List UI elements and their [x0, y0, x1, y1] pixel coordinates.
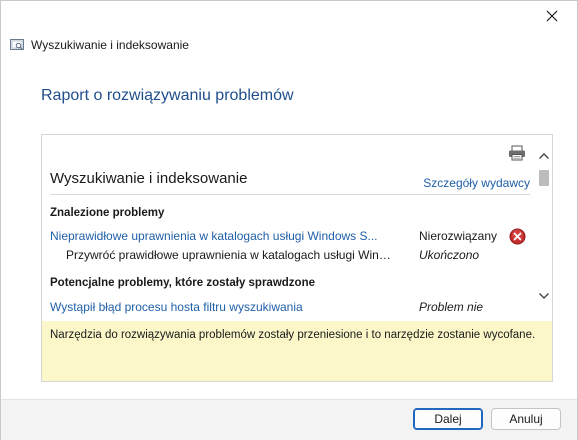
page-title: Raport o rozwiązywaniu problemów [41, 87, 294, 104]
deprecation-notice-text: Narzędzia do rozwiązywania problemów zos… [50, 329, 536, 341]
deprecation-notice: Narzędzia do rozwiązywania problemów zos… [42, 321, 552, 381]
cancel-button[interactable]: Anuluj [491, 408, 561, 430]
troubleshooter-app-icon [10, 39, 24, 50]
fix-action-status: Ukończono [419, 248, 480, 262]
found-problem-link[interactable]: Nieprawidłowe uprawnienia w katalogach u… [50, 229, 392, 243]
close-icon [546, 10, 558, 22]
potential-problem-link[interactable]: Wystąpił błąd procesu hosta filtru wyszu… [50, 300, 392, 314]
found-problems-heading: Znalezione problemy [50, 207, 165, 219]
error-icon [509, 228, 526, 245]
scroll-down-icon[interactable] [538, 291, 550, 301]
report-panel: Wyszukiwanie i indeksowanie Szczegóły wy… [41, 134, 553, 382]
troubleshooter-window: Wyszukiwanie i indeksowanie Raport o roz… [0, 0, 578, 440]
report-scroll-area[interactable]: Wyszukiwanie i indeksowanie Szczegóły wy… [42, 135, 536, 321]
print-icon[interactable] [508, 145, 526, 161]
window-title-bar: Wyszukiwanie i indeksowanie [9, 37, 189, 53]
found-problem-status: Nierozwiązany [419, 229, 498, 243]
footer-bar: Dalej Anuluj [1, 399, 577, 440]
potential-problems-heading: Potencjalne problemy, które zostały spra… [50, 277, 315, 289]
title-divider [50, 194, 530, 195]
potential-problem-status: Problem nie [419, 300, 484, 314]
window-title: Wyszukiwanie i indeksowanie [31, 38, 189, 52]
vertical-scrollbar[interactable] [536, 135, 552, 321]
fix-action-label: Przywróć prawidłowe uprawnienia w katalo… [66, 248, 393, 262]
scrollbar-thumb[interactable] [539, 170, 549, 186]
report-title: Wyszukiwanie i indeksowanie [50, 170, 248, 187]
publisher-details-link[interactable]: Szczegóły wydawcy [423, 176, 530, 190]
close-button[interactable] [537, 5, 567, 27]
next-button[interactable]: Dalej [413, 408, 483, 430]
scroll-up-icon[interactable] [538, 151, 550, 161]
